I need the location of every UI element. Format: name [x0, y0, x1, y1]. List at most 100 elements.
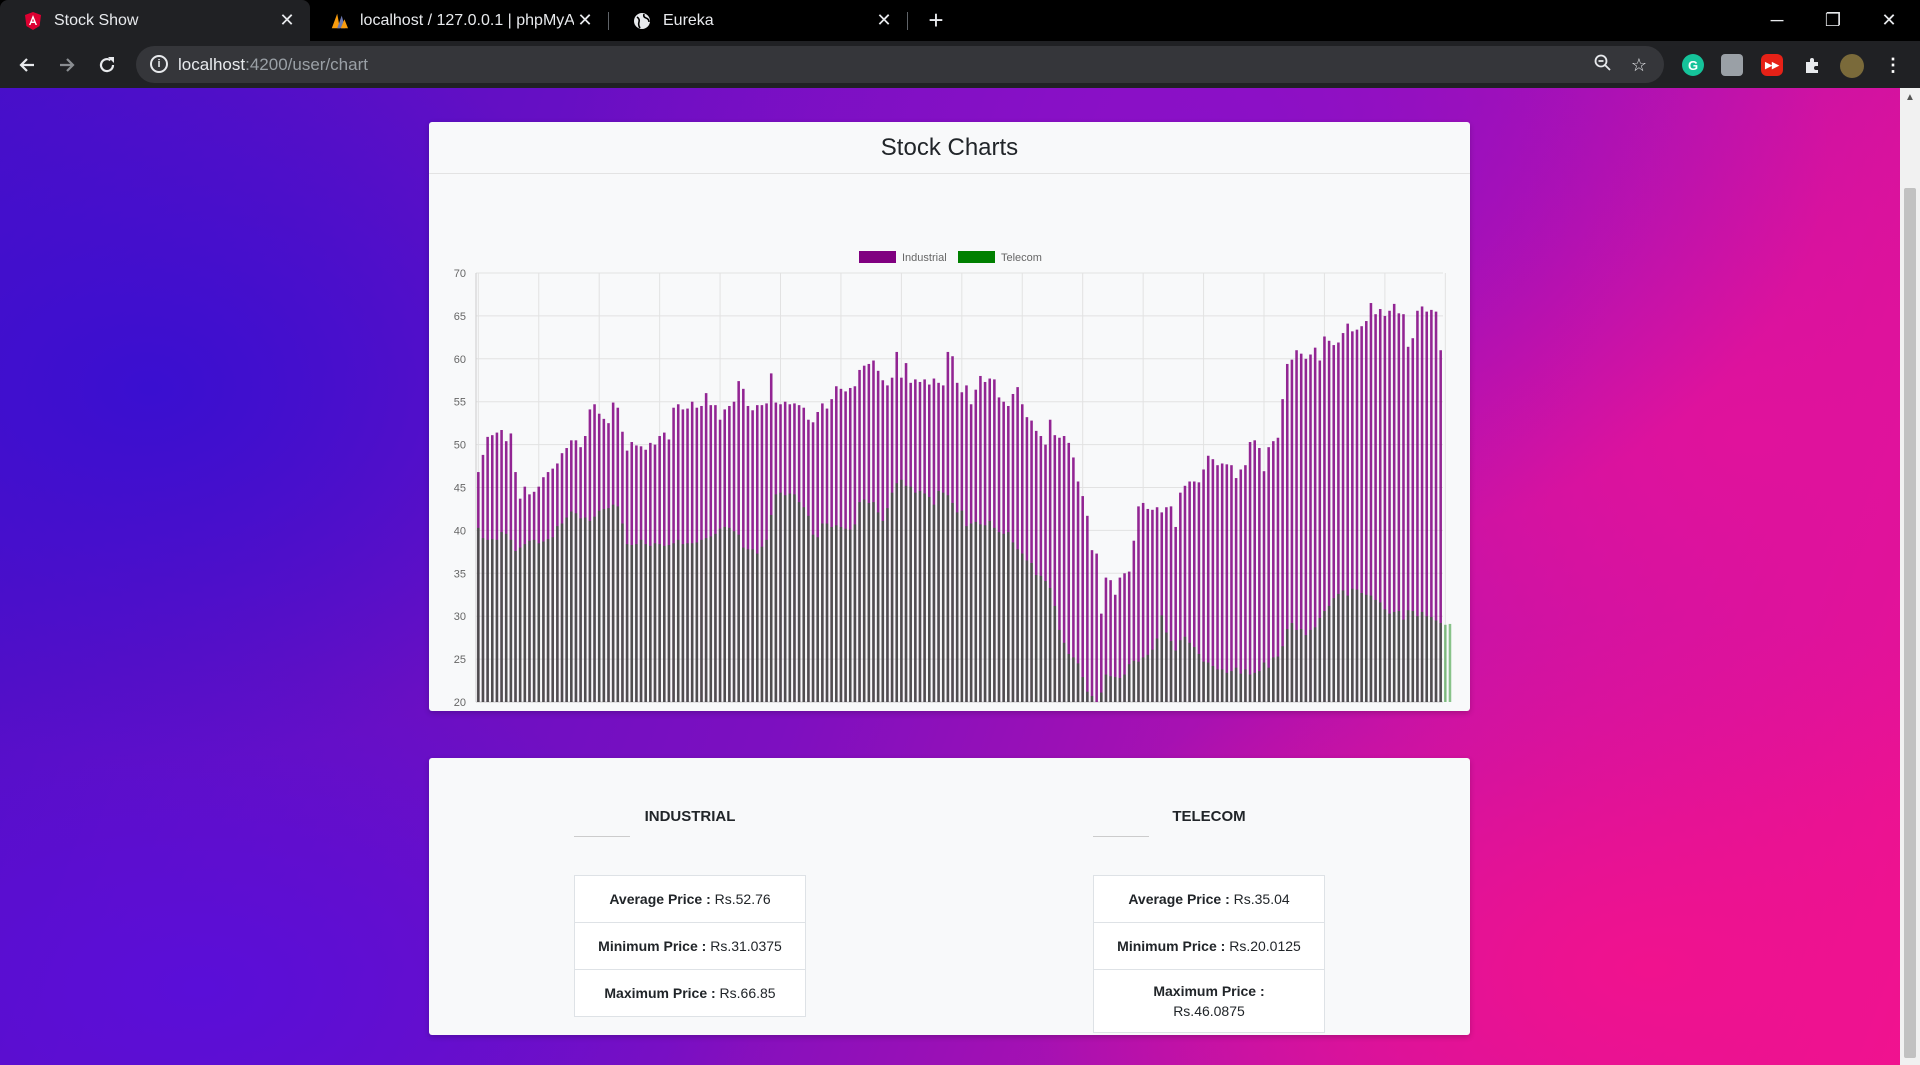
telecom-bar [783, 495, 787, 702]
telecom-bar [1406, 610, 1410, 702]
industrial-heading: INDUSTRIAL [574, 808, 806, 837]
telecom-bar [1234, 667, 1238, 702]
telecom-bar [532, 539, 536, 702]
maximum-value: Rs.66.85 [719, 985, 776, 1001]
telecom-bar [676, 539, 680, 702]
y-tick-label: 35 [454, 568, 466, 580]
minimize-button[interactable]: ─ [1750, 0, 1804, 41]
telecom-bar [630, 544, 634, 702]
forward-button[interactable] [52, 50, 82, 80]
telecom-bar [960, 510, 964, 702]
telecom-bar [1318, 617, 1322, 702]
tab-eureka[interactable]: Eureka ✕ [609, 0, 907, 41]
telecom-bar [979, 524, 982, 702]
maximum-label: Maximum Price : [604, 985, 716, 1001]
new-tab-button[interactable]: + [922, 6, 950, 34]
y-tick-label: 45 [454, 483, 466, 495]
telecom-bar [556, 526, 559, 702]
telecom-bar [495, 539, 499, 702]
industrial-bar [1248, 442, 1252, 702]
telecom-bar [667, 544, 671, 702]
telecom-bar [858, 502, 861, 702]
telecom-bar [1397, 611, 1401, 702]
tab-phpmyadmin[interactable]: localhost / 127.0.0.1 | phpMyAdmin ✕ [306, 0, 608, 41]
telecom-bar [500, 532, 503, 702]
telecom-bar [1383, 609, 1387, 702]
average-value: Rs.35.04 [1233, 891, 1290, 907]
x-tick-label: Apr 15 [1055, 710, 1086, 711]
telecom-bar [672, 543, 675, 702]
telecom-bar [1030, 563, 1033, 702]
restore-button[interactable]: ❐ [1806, 0, 1860, 41]
telecom-bar [1295, 629, 1298, 702]
telecom-bar [486, 539, 489, 702]
puzzle-icon[interactable] [1801, 54, 1823, 76]
scroll-up-icon[interactable]: ▲ [1904, 92, 1916, 104]
avatar[interactable] [1840, 54, 1864, 78]
telecom-bar [704, 538, 708, 702]
youtube-extension-icon[interactable]: ▶▶ [1761, 54, 1783, 76]
telecom-bar [1416, 616, 1419, 702]
y-tick-label: 25 [454, 654, 466, 666]
bookmark-star-icon[interactable]: ☆ [1628, 54, 1650, 76]
telecom-bar [1211, 665, 1215, 702]
close-icon[interactable]: ✕ [873, 10, 895, 31]
telecom-bar [504, 533, 508, 702]
telecom-maximum-row: Maximum Price : Rs.46.0875 [1094, 970, 1324, 1032]
telecom-bar [797, 502, 801, 702]
telecom-bar [1216, 669, 1219, 702]
telecom-bar [1355, 589, 1359, 702]
zoom-icon[interactable] [1592, 54, 1614, 76]
telecom-heading: TELECOM [1093, 808, 1325, 837]
telecom-bar [732, 531, 736, 702]
telecom-bar [490, 538, 494, 702]
url-text[interactable]: localhost:4200/user/chart [178, 55, 368, 75]
maximum-label: Maximum Price : [1153, 983, 1265, 999]
telecom-bar [1179, 640, 1182, 702]
back-button[interactable] [12, 50, 42, 80]
telecom-bar [639, 539, 643, 702]
telecom-bar [616, 506, 620, 702]
telecom-bar [607, 508, 610, 702]
telecom-bar [477, 527, 480, 702]
telecom-bar [1188, 642, 1191, 702]
telecom-bar [1137, 661, 1140, 702]
address-bar[interactable]: i localhost:4200/user/chart ☆ [136, 46, 1664, 83]
telecom-bar [583, 517, 587, 702]
info-icon[interactable]: i [150, 55, 168, 73]
telecom-bar [1220, 669, 1224, 702]
telecom-bar [1011, 542, 1015, 702]
x-tick-label: Feb 23 [812, 710, 845, 711]
y-tick-label: 60 [454, 354, 466, 366]
url-path: :4200/user/chart [245, 55, 368, 74]
telecom-bar [1118, 677, 1122, 702]
scrollbar-thumb[interactable] [1904, 188, 1916, 1058]
page-scrollbar[interactable]: ▲ [1900, 88, 1920, 1065]
telecom-bar [955, 512, 959, 702]
close-window-button[interactable]: ✕ [1862, 0, 1916, 41]
x-tick-label: Feb 10 [752, 710, 785, 711]
telecom-bar [1253, 672, 1256, 702]
globe-icon [633, 12, 651, 30]
grammarly-icon[interactable]: G [1682, 54, 1704, 76]
telecom-bar [1048, 587, 1052, 702]
stock-chart: 20 25 30 35 40 45 50 55 60 65 70 Dec 7 Dec 20 Jan 2 Ja… [454, 251, 1452, 711]
extension-icon[interactable] [1721, 54, 1743, 76]
telecom-bar [1258, 671, 1261, 702]
menu-icon[interactable]: ⋮ [1882, 54, 1904, 76]
telecom-heading-text: TELECOM [1172, 808, 1246, 825]
telecom-bar [1439, 623, 1442, 702]
legend-label: Telecom [1001, 252, 1042, 264]
telecom-bar [1016, 549, 1019, 702]
telecom-bar [681, 544, 685, 702]
telecom-bar [1239, 673, 1243, 702]
tab-stock-show[interactable]: Stock Show ✕ [0, 0, 310, 41]
close-icon[interactable]: ✕ [574, 10, 596, 31]
telecom-bar [802, 507, 806, 702]
maximum-value: Rs.46.0875 [1173, 1003, 1245, 1019]
telecom-bar [1248, 674, 1252, 702]
close-icon[interactable]: ✕ [276, 10, 298, 31]
telecom-bar [1174, 650, 1177, 702]
reload-button[interactable] [92, 50, 122, 80]
telecom-bar [821, 523, 824, 702]
